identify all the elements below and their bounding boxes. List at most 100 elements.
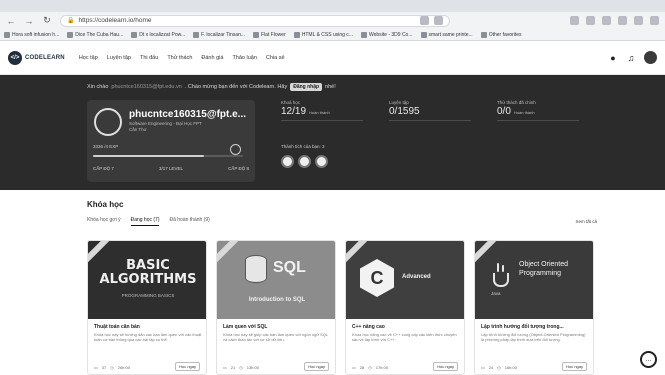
course-card[interactable]: SQL Introduction to SQL Làm quen với SQL… — [216, 240, 336, 375]
more-icon[interactable] — [650, 16, 659, 25]
thumbnail-title: Object Oriented Programming — [519, 261, 569, 277]
chat-icon[interactable]: … — [640, 351, 657, 368]
nav-item[interactable]: Thảo luận — [232, 55, 256, 61]
study-now-button[interactable]: Học ngay — [562, 362, 587, 371]
level-current: CẤP ĐỘ 7 — [93, 166, 114, 171]
clock-icon: ◷ — [497, 365, 501, 370]
nav-item[interactable]: Luyện tập — [107, 55, 131, 61]
bookmark-item[interactable]: Flat Flower — [253, 31, 286, 38]
course-card[interactable]: BASIC ALGORITHMS PROGRAMMING BASICS Thuậ… — [87, 240, 207, 375]
translate-icon[interactable] — [420, 16, 429, 25]
thumbnail-title: SQL — [273, 259, 306, 276]
achievement-badges — [281, 155, 328, 168]
course-thumbnail: C Advanced — [346, 241, 464, 319]
bookmark-item[interactable]: smart same printe... — [420, 31, 473, 38]
clock-icon: ◷ — [110, 365, 114, 370]
tab-strip — [0, 0, 665, 12]
back-icon[interactable]: ← — [6, 16, 16, 26]
badge-icon[interactable] — [315, 155, 328, 168]
nav-item[interactable]: Đánh giá — [201, 55, 223, 61]
user-avatar[interactable] — [644, 51, 657, 64]
badge-icon[interactable] — [298, 155, 311, 168]
profile-school: Software Engineering - Đại Học FPT Cần T… — [129, 121, 202, 132]
ribbon — [217, 241, 243, 268]
favicon-icon — [420, 31, 427, 38]
site-header: </> CODELEARN Học tập Luyện tập Thi đấu … — [0, 41, 665, 75]
welcome-message: Xin chào phucntce160315@fpt.edu.vn . Chà… — [87, 83, 336, 91]
browser-toolbar: ← → ↻ 🔒 https://codelearn.io/home — [0, 12, 665, 29]
favicon-icon — [193, 31, 200, 38]
nav-item[interactable]: Chia sẻ — [266, 55, 285, 61]
stat-challenges: Thử thách đã chinh 0/0 Hoàn thành — [497, 100, 579, 121]
study-now-button[interactable]: Học ngay — [433, 362, 458, 371]
browser-window: ← → ↻ 🔒 https://codelearn.io/home Hora s… — [0, 0, 665, 375]
thumbnail-subtitle: Java — [491, 291, 501, 296]
exp-progress-fill — [93, 155, 204, 157]
dashboard-hero: Xin chào phucntce160315@fpt.edu.vn . Chà… — [0, 75, 665, 190]
collections-icon[interactable] — [618, 16, 627, 25]
bookmark-item[interactable]: Other favorites — [480, 31, 522, 38]
profile-icon[interactable] — [634, 16, 643, 25]
favorites-icon[interactable] — [602, 16, 611, 25]
bookmark-item[interactable]: F. localizar Tinsan... — [193, 31, 245, 38]
tab-completed[interactable]: Đã hoàn thành (9) — [169, 217, 209, 226]
bookmark-item[interactable]: HTML & CSS using c... — [293, 31, 353, 38]
stat-value: 0/1595 — [389, 106, 420, 117]
bookmark-item[interactable]: Dt x localizzat Pow... — [131, 31, 185, 38]
study-now-button[interactable]: Học ngay — [175, 362, 200, 371]
study-now-button[interactable]: Học ngay — [304, 362, 329, 371]
bookmark-item[interactable]: Website - 3D9 Co... — [360, 31, 413, 38]
clock-icon: ◷ — [368, 365, 372, 370]
profile-avatar[interactable] — [94, 108, 122, 136]
course-thumbnail: Object Oriented Programming Java — [475, 241, 593, 319]
achievements-label: Thành tích của bạn: 3 — [281, 144, 325, 149]
coin-icon[interactable]: ● — [608, 53, 618, 63]
url-text: https://codelearn.io/home — [78, 17, 152, 24]
bell-icon[interactable]: ♫ — [626, 53, 636, 63]
tab-in-progress[interactable]: Đang học (7) — [130, 217, 160, 226]
site-logo[interactable]: </> CODELEARN — [8, 50, 65, 65]
favicon-icon — [4, 31, 10, 38]
split-icon[interactable] — [586, 16, 595, 25]
lessons-icon: ▭ — [94, 365, 98, 370]
lessons-icon: ▭ — [223, 365, 227, 370]
course-card[interactable]: C Advanced C++ nâng cao Khóa học nâng ca… — [345, 240, 465, 375]
divider — [497, 120, 579, 121]
bookmark-item[interactable]: Hora soft infusion h... — [4, 31, 59, 38]
nav-item[interactable]: Thử thách — [167, 55, 192, 61]
database-icon — [245, 255, 267, 283]
bookmark-item[interactable]: Dice The Cuba Hau... — [67, 31, 123, 38]
thumbnail-title: Advanced — [402, 274, 431, 280]
level-icon — [230, 144, 241, 155]
exp-progress-bar — [93, 155, 243, 157]
star-icon[interactable] — [434, 16, 443, 25]
course-meta: ▭ 21 ◷ 13h:00 — [223, 365, 259, 370]
stat-value: 12/19 — [281, 106, 307, 117]
stat-courses: Khoá học 12/19 Hoàn thành — [281, 100, 363, 121]
favicon-icon — [67, 31, 74, 38]
nav-item[interactable]: Thi đấu — [140, 55, 158, 61]
login-button[interactable]: Đăng nhập — [290, 83, 323, 91]
exp-text: 3336 /4 EXP — [93, 144, 119, 149]
favicon-icon — [253, 31, 260, 38]
course-meta: ▭ 37 ◷ 26h:00 — [94, 365, 130, 370]
course-tabs: Khóa học gợi ý Đang học (7) Đã hoàn thàn… — [87, 217, 210, 226]
profile-card: phucntce160315@fpt.e... Software Enginee… — [87, 100, 255, 182]
favicon-icon — [131, 31, 138, 38]
forward-icon[interactable]: → — [24, 16, 34, 26]
course-card[interactable]: Object Oriented Programming Java Lập trì… — [474, 240, 594, 375]
level-count: 3/17 LEVEL — [158, 166, 184, 171]
address-bar[interactable]: 🔒 https://codelearn.io/home — [60, 14, 450, 27]
see-all-link[interactable]: Xem tất cả — [575, 219, 597, 224]
thumbnail-title: BASIC ALGORITHMS — [99, 258, 197, 287]
level-labels: CẤP ĐỘ 7 3/17 LEVEL CẤP ĐỘ 8 — [93, 166, 249, 171]
tab-suggested[interactable]: Khóa học gợi ý — [87, 217, 121, 226]
nav-item[interactable]: Học tập — [79, 55, 98, 61]
lessons-icon: ▭ — [481, 365, 485, 370]
stat-practice: Luyện tập 0/1595 — [389, 100, 471, 121]
reload-icon[interactable]: ↻ — [42, 15, 52, 26]
lessons-icon: ▭ — [352, 365, 356, 370]
badge-icon[interactable] — [281, 155, 294, 168]
extension-icon[interactable] — [570, 16, 579, 25]
course-meta: ▭ 28 ◷ 17h:00 — [352, 365, 388, 370]
